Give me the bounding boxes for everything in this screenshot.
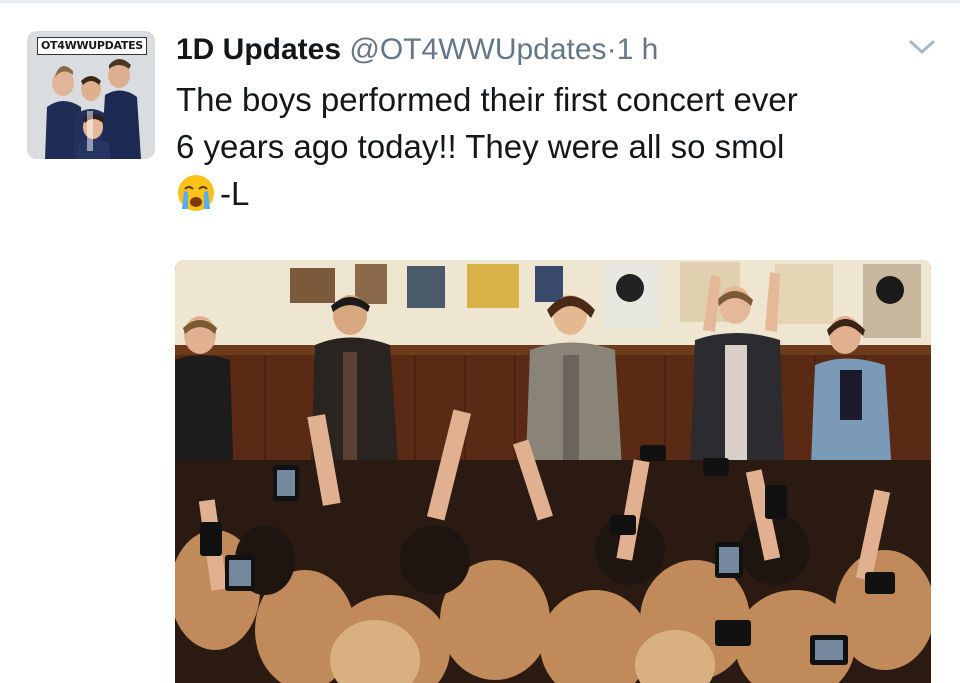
user-handle[interactable]: @OT4WWUpdates (349, 33, 606, 66)
timestamp[interactable]: 1 h (617, 33, 659, 66)
tweet-header: 1D Updates @OT4WWUpdates·1 h (176, 30, 658, 70)
crying-face-emoji-icon (178, 175, 214, 211)
concert-photo (175, 260, 931, 683)
top-divider (0, 0, 960, 3)
tweet-text-line-1: The boys performed their first concert e… (176, 81, 798, 118)
display-name[interactable]: 1D Updates (176, 33, 341, 66)
chevron-down-icon[interactable] (907, 36, 937, 60)
tweet-text-line-3: -L (176, 170, 946, 217)
avatar[interactable]: OT4WWUPDATES (27, 31, 155, 159)
tweet-photo[interactable] (175, 260, 931, 683)
separator-dot: · (606, 33, 617, 66)
avatar-badge: OT4WWUPDATES (37, 37, 147, 55)
tweet-text: The boys performed their first concert e… (176, 76, 946, 217)
tweet-text-line-2: 6 years ago today!! They were all so smo… (176, 128, 785, 165)
tweet-signature: -L (220, 175, 250, 212)
